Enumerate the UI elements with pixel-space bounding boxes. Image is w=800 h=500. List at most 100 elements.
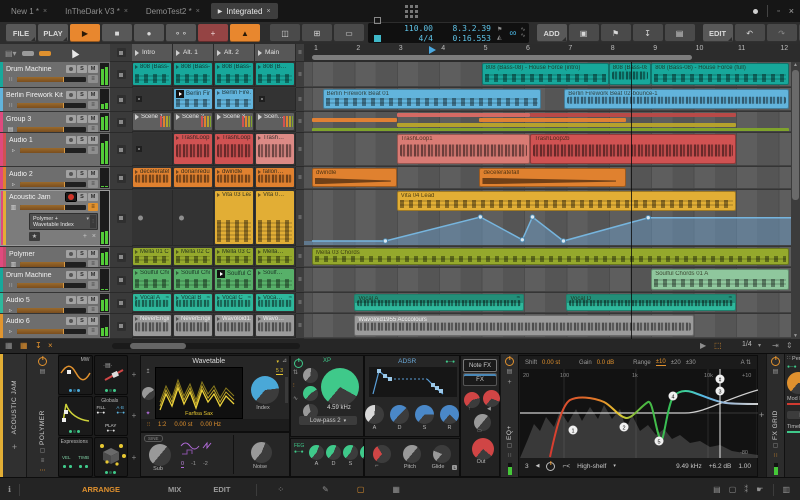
expand-icon[interactable]: ∷ bbox=[508, 453, 512, 460]
track-header-6[interactable]: Acoustic Jam S M ▥ ≡ Polymer + Wavetable Inde… bbox=[0, 190, 110, 246]
arranger-lane-2[interactable]: Berlin Firework Beat 01 Berlin Firework B… bbox=[304, 88, 800, 111]
wavetable-preset[interactable]: Farfisa Sax bbox=[156, 411, 242, 417]
clip-slot[interactable]: Wavo… bbox=[255, 314, 296, 338]
preset-icon[interactable]: ▤ bbox=[507, 369, 513, 376]
tab-mix[interactable]: MIX bbox=[168, 485, 181, 494]
solo-button[interactable]: S bbox=[77, 271, 87, 279]
solo-button[interactable]: S bbox=[77, 136, 87, 144]
clip-stop-cell[interactable] bbox=[110, 62, 133, 88]
clip-slot[interactable] bbox=[132, 190, 173, 246]
clip-slot[interactable]: fallon… bbox=[255, 167, 296, 189]
feg-knob-d[interactable]: D bbox=[326, 445, 341, 467]
stop-clip-button[interactable] bbox=[116, 275, 126, 285]
cutoff-value[interactable]: 4.59 kHz bbox=[317, 405, 361, 411]
add-chain-icon[interactable]: + bbox=[83, 233, 87, 240]
arranger-lane-10[interactable]: Wavoloid1955 Acccolours bbox=[304, 314, 800, 338]
bend-knob[interactable] bbox=[373, 445, 391, 463]
pointer-tool-icon[interactable] bbox=[68, 47, 79, 59]
clip-slot[interactable]: Berlin Fire… bbox=[214, 88, 255, 111]
routing-button[interactable]: ≡ bbox=[88, 203, 98, 211]
modulator-expressions[interactable]: Expressions VEL TIMB REL PRES bbox=[58, 437, 93, 477]
track-header-9[interactable]: Audio 5 S M ▹ ≡ bbox=[0, 293, 110, 313]
clip-slot[interactable]: NeverEngin… bbox=[173, 314, 214, 338]
clip-slot[interactable] bbox=[255, 88, 296, 111]
launcher-clip[interactable]: Soulful Cho… bbox=[133, 269, 171, 290]
preset-icon[interactable]: ▤ bbox=[40, 369, 46, 376]
solo-button[interactable]: S bbox=[77, 91, 87, 99]
grid-setting[interactable]: 1/4 bbox=[742, 341, 752, 348]
record-arm-button[interactable] bbox=[66, 296, 76, 304]
time-signature-display[interactable]: 4/4 bbox=[387, 34, 433, 43]
time-display[interactable]: 0:16.553 bbox=[439, 34, 491, 43]
clip-slot[interactable]: deceleratefall bbox=[132, 167, 173, 189]
launcher-clip[interactable]: 808 (Bass-… bbox=[215, 63, 253, 85]
mod-out-icon[interactable]: ●─● bbox=[445, 359, 455, 365]
record-arm-button[interactable] bbox=[66, 317, 76, 325]
clip-stop-cell[interactable] bbox=[110, 314, 133, 339]
redo-button[interactable]: ↷ bbox=[766, 24, 797, 42]
device-power-icon[interactable] bbox=[38, 357, 47, 366]
clip-feedback-icon[interactable]: ≣ bbox=[296, 247, 304, 268]
clip-slot[interactable]: 808 (Bass-… bbox=[214, 62, 255, 87]
solo-button[interactable]: S bbox=[77, 317, 87, 325]
arranger-vertical-scrollbar[interactable]: ▲ ▼ bbox=[791, 62, 800, 339]
overdub-button[interactable]: + bbox=[198, 24, 228, 42]
clip-stop-cell[interactable] bbox=[110, 88, 133, 112]
clip-slot[interactable]: Scene 3 bbox=[214, 112, 255, 132]
insert-device-icon[interactable]: + bbox=[759, 410, 764, 420]
clip-slot[interactable]: Vita 0… bbox=[255, 190, 296, 246]
arranger-lane-5[interactable]: dwindle deceleratefall bbox=[304, 167, 800, 189]
sub-knob[interactable] bbox=[149, 444, 171, 466]
filter-keytrack-knob[interactable] bbox=[303, 386, 318, 401]
stop-all-clips-button[interactable] bbox=[110, 44, 133, 62]
record-arm-button[interactable] bbox=[66, 170, 76, 178]
play-button[interactable]: ▶ bbox=[70, 24, 100, 42]
solo-button[interactable]: S bbox=[77, 170, 87, 178]
track-header-3[interactable]: Group 3 S M ▤ ≡ bbox=[0, 112, 110, 132]
clip-stop-cell[interactable] bbox=[110, 247, 133, 268]
clip-slot[interactable]: Wavoloid1… bbox=[214, 314, 255, 338]
mapping-icon[interactable]: ⁑ bbox=[744, 485, 748, 494]
launcher-clip[interactable]: fallon… bbox=[256, 168, 294, 187]
routing-button[interactable]: ≡ bbox=[88, 101, 98, 109]
solo-button[interactable]: S bbox=[77, 193, 87, 201]
metronome-button[interactable]: ▲ bbox=[230, 24, 260, 42]
clip-slot[interactable]: Scen… bbox=[255, 112, 296, 132]
arranger-clip[interactable]: Berlin Firework Beat 01 bbox=[322, 89, 541, 109]
file-menu-button[interactable]: FILE bbox=[6, 24, 36, 42]
split-panel-icon[interactable]: ▦ bbox=[392, 485, 400, 494]
routing-button[interactable]: ≡ bbox=[88, 281, 98, 289]
browser-button[interactable]: ▤ bbox=[664, 24, 695, 42]
add-device-icon[interactable]: + bbox=[12, 442, 17, 452]
track-header-5[interactable]: Audio 2 S M ▹ ≡ bbox=[0, 167, 110, 189]
launcher-clip[interactable]: 808 (B… bbox=[256, 63, 294, 85]
clip-stop-cell[interactable] bbox=[110, 190, 133, 247]
range-20[interactable]: ±20 bbox=[671, 360, 681, 366]
feg-label[interactable]: FEG ●─● bbox=[294, 443, 304, 455]
clip-slot[interactable]: NeverEngin… bbox=[132, 314, 173, 338]
device-chain-selector[interactable]: Polymer + Wavetable Index ▾ ⫶ bbox=[29, 213, 98, 230]
hand-tool-icon[interactable]: ☛ bbox=[756, 485, 763, 494]
clip-slot[interactable]: Vocal B ≈ bbox=[173, 293, 214, 313]
follow-icon[interactable]: ↧ bbox=[35, 341, 42, 351]
arranger-lane-6[interactable]: Vita 04 Lead bbox=[304, 190, 800, 246]
routing-button[interactable]: ≡ bbox=[88, 125, 98, 132]
close-panel-icon[interactable]: × bbox=[48, 341, 53, 351]
caret-icon[interactable]: ▾ bbox=[276, 359, 279, 365]
mute-button[interactable]: M bbox=[88, 115, 98, 123]
record-slot-icon[interactable] bbox=[138, 215, 143, 220]
tab-edit[interactable]: EDIT bbox=[213, 485, 230, 494]
stop-clip-button[interactable] bbox=[116, 321, 126, 331]
launcher-clip[interactable]: Wavoloid1… bbox=[215, 315, 253, 336]
file-panel-icon[interactable]: ▢ bbox=[729, 485, 737, 494]
tab-close-icon[interactable]: × bbox=[266, 8, 270, 15]
preset-icon[interactable]: ▤ bbox=[773, 369, 779, 376]
modulator-macro[interactable]: ·▤· bbox=[93, 355, 128, 395]
launcher-clip[interactable]: dwindle bbox=[215, 168, 253, 187]
polymer-device-strip[interactable]: ▤ POLYMER ▢ ≡ ⋯ bbox=[26, 354, 58, 478]
tempo-display[interactable]: 110.00 bbox=[387, 24, 433, 33]
clip-slot[interactable] bbox=[132, 133, 173, 166]
launcher-clip[interactable]: Mella 03 C… bbox=[215, 248, 253, 265]
eq-graph[interactable]: 20 100 1k 10k +10 -80 1 2 5 4 3 ⇕ bbox=[520, 369, 759, 458]
arranger-clip[interactable]: ≈ Vocal A bbox=[354, 294, 524, 311]
